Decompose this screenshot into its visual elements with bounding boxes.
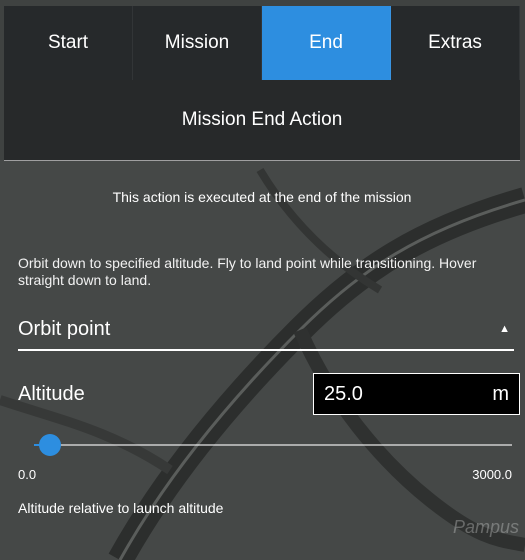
- end-action-dropdown[interactable]: Orbit point ▲: [18, 309, 514, 351]
- caret-up-icon: ▲: [499, 323, 510, 335]
- slider-thumb[interactable]: [38, 434, 61, 456]
- altitude-range-labels: 0.0 3000.0: [4, 467, 512, 482]
- altitude-label: Altitude: [18, 383, 85, 405]
- mission-settings-panel: Start Mission End Extras Mission End Act…: [4, 6, 520, 560]
- tab-mission[interactable]: Mission: [133, 6, 262, 80]
- altitude-unit: m: [492, 382, 509, 405]
- slider-track: [34, 444, 512, 446]
- altitude-input[interactable]: [324, 382, 464, 406]
- altitude-max-label: 3000.0: [472, 467, 512, 482]
- tab-bar: Start Mission End Extras: [4, 6, 520, 80]
- tab-start[interactable]: Start: [4, 6, 133, 80]
- end-action-selected-value: Orbit point: [18, 317, 111, 340]
- end-action-description: Orbit down to specified altitude. Fly to…: [18, 255, 477, 288]
- tab-extras[interactable]: Extras: [391, 6, 520, 80]
- end-action-note: This action is executed at the end of th…: [112, 189, 412, 205]
- section-title: Mission End Action: [4, 80, 520, 161]
- altitude-help-text: Altitude relative to launch altitude: [18, 500, 224, 516]
- map-watermark: Pampus: [452, 517, 519, 537]
- altitude-field[interactable]: m: [313, 373, 520, 415]
- altitude-slider[interactable]: [34, 431, 512, 459]
- altitude-min-label: 0.0: [18, 467, 37, 482]
- altitude-row: Altitude m: [4, 373, 520, 417]
- tab-end[interactable]: End: [262, 6, 391, 80]
